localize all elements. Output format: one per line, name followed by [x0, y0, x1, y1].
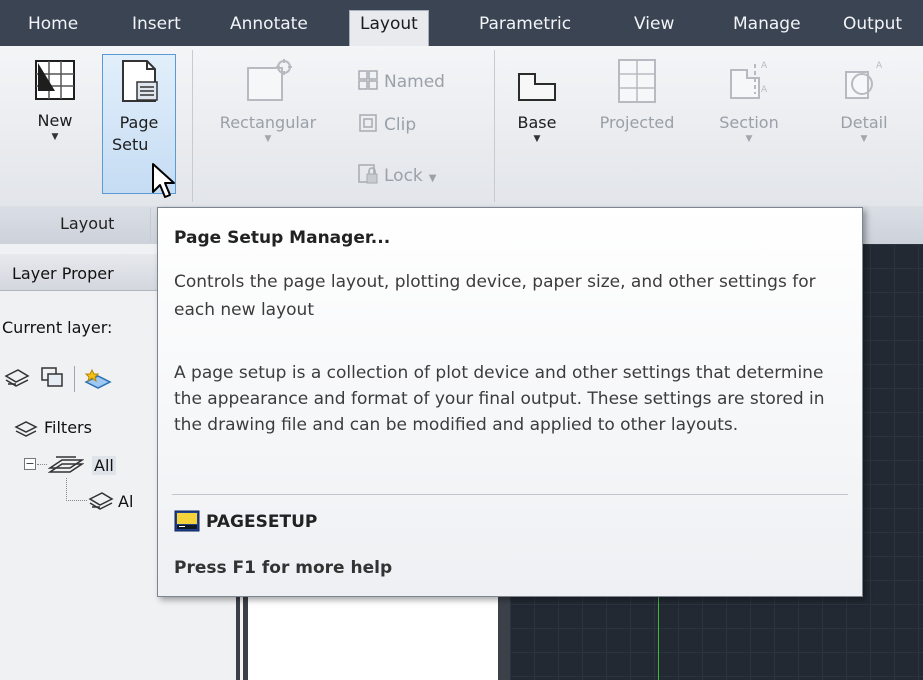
clip-icon	[359, 114, 377, 132]
chevron-down-icon: ▼	[51, 132, 59, 142]
tab-manage[interactable]: Manage	[733, 14, 801, 34]
new-layout-button[interactable]: New ▼	[24, 58, 86, 142]
chevron-down-icon: ▼	[264, 134, 272, 144]
mouse-cursor-icon	[152, 163, 175, 198]
projected-view-icon	[618, 59, 656, 103]
lock-label: Lock	[384, 166, 423, 186]
clip-viewport-button[interactable]: Clip	[358, 113, 416, 135]
layout-panel-title[interactable]: Layout	[60, 214, 114, 233]
tab-layout[interactable]: Layout	[349, 10, 429, 46]
svg-text:A: A	[761, 85, 768, 95]
panel-separator	[150, 208, 151, 242]
tooltip-command-name: PAGESETUP	[206, 512, 318, 532]
projected-label: Projected	[599, 113, 675, 132]
detail-view-button[interactable]: A Detail ▼	[826, 58, 902, 144]
tab-parametric[interactable]: Parametric	[479, 14, 571, 34]
filters-icon	[14, 421, 38, 437]
tab-home[interactable]: Home	[28, 14, 78, 34]
ucs-y-axis-line	[658, 590, 659, 680]
svg-text:A: A	[876, 61, 883, 71]
tree-connector	[66, 478, 87, 501]
detail-label: Detail	[840, 113, 888, 132]
filters-label: Filters	[44, 418, 92, 437]
chevron-down-icon: ▼	[533, 134, 541, 144]
base-view-icon	[518, 73, 556, 101]
all-used-layers-filter-icon	[88, 492, 114, 510]
tooltip-help-hint: Press F1 for more help	[174, 558, 393, 578]
lock-icon	[358, 164, 378, 184]
section-view-icon: A A	[730, 61, 768, 99]
all-layers-filter-icon	[48, 456, 84, 473]
chevron-down-icon: ▼	[745, 134, 753, 144]
current-layer-label: Current layer:	[2, 318, 113, 337]
ribbon-tab-bar: Home Insert Annotate Layout Parametric V…	[0, 0, 923, 46]
chevron-down-icon: ▼	[860, 134, 868, 144]
page-setup-tooltip: Page Setup Manager... Controls the page …	[157, 207, 863, 597]
new-layout-label: New	[37, 111, 73, 130]
tab-view[interactable]: View	[634, 14, 674, 34]
rectangular-viewport-icon	[247, 59, 292, 101]
detail-view-icon: A	[845, 61, 883, 99]
collapse-toggle-icon[interactable]: −	[24, 458, 36, 470]
tooltip-title: Page Setup Manager...	[174, 228, 391, 248]
rectangular-viewport-button[interactable]: Rectangular ▼	[200, 58, 336, 144]
section-view-button[interactable]: A A Section ▼	[704, 58, 794, 144]
panel-separator	[494, 50, 495, 202]
named-viewport-button[interactable]: Named	[358, 70, 445, 92]
tooltip-separator	[172, 494, 848, 495]
rectangular-label: Rectangular	[219, 113, 317, 132]
page-setup-label-line2: Setu	[112, 135, 149, 154]
svg-text:A: A	[761, 61, 768, 71]
projected-view-button[interactable]: Projected	[580, 58, 694, 134]
tree-item-all[interactable]: All	[92, 456, 116, 475]
named-label: Named	[384, 72, 445, 92]
command-line-icon	[174, 510, 200, 532]
tooltip-command: PAGESETUP	[174, 510, 317, 532]
palette-title: Layer Proper	[12, 264, 114, 283]
tab-output[interactable]: Output	[843, 14, 902, 34]
clip-label: Clip	[384, 115, 417, 135]
tree-connector	[37, 464, 47, 465]
tab-insert[interactable]: Insert	[132, 14, 181, 34]
tooltip-description: Controls the page layout, plotting devic…	[174, 272, 816, 320]
lock-viewport-button[interactable]: Lock ▼	[358, 164, 436, 186]
toolbar-separator	[74, 366, 75, 392]
new-layer-icon[interactable]	[84, 368, 112, 390]
named-viewports-icon	[358, 70, 378, 90]
panel-separator	[192, 50, 193, 202]
chevron-down-icon: ▼	[428, 173, 437, 184]
tab-annotate[interactable]: Annotate	[230, 14, 308, 34]
page-setup-icon	[122, 60, 158, 102]
new-group-filter-icon[interactable]	[40, 366, 66, 390]
base-view-button[interactable]: Base ▼	[506, 58, 568, 144]
tree-item-all-used[interactable]: Al	[118, 492, 133, 511]
base-label: Base	[517, 113, 557, 132]
new-property-filter-icon[interactable]	[4, 368, 30, 390]
tooltip-extended-help: A page setup is a collection of plot dev…	[174, 363, 825, 435]
section-label: Section	[719, 113, 779, 132]
new-layout-icon	[35, 60, 75, 100]
page-setup-label-line1: Page	[119, 113, 159, 132]
page-setup-button[interactable]: Page Setu	[104, 58, 174, 156]
